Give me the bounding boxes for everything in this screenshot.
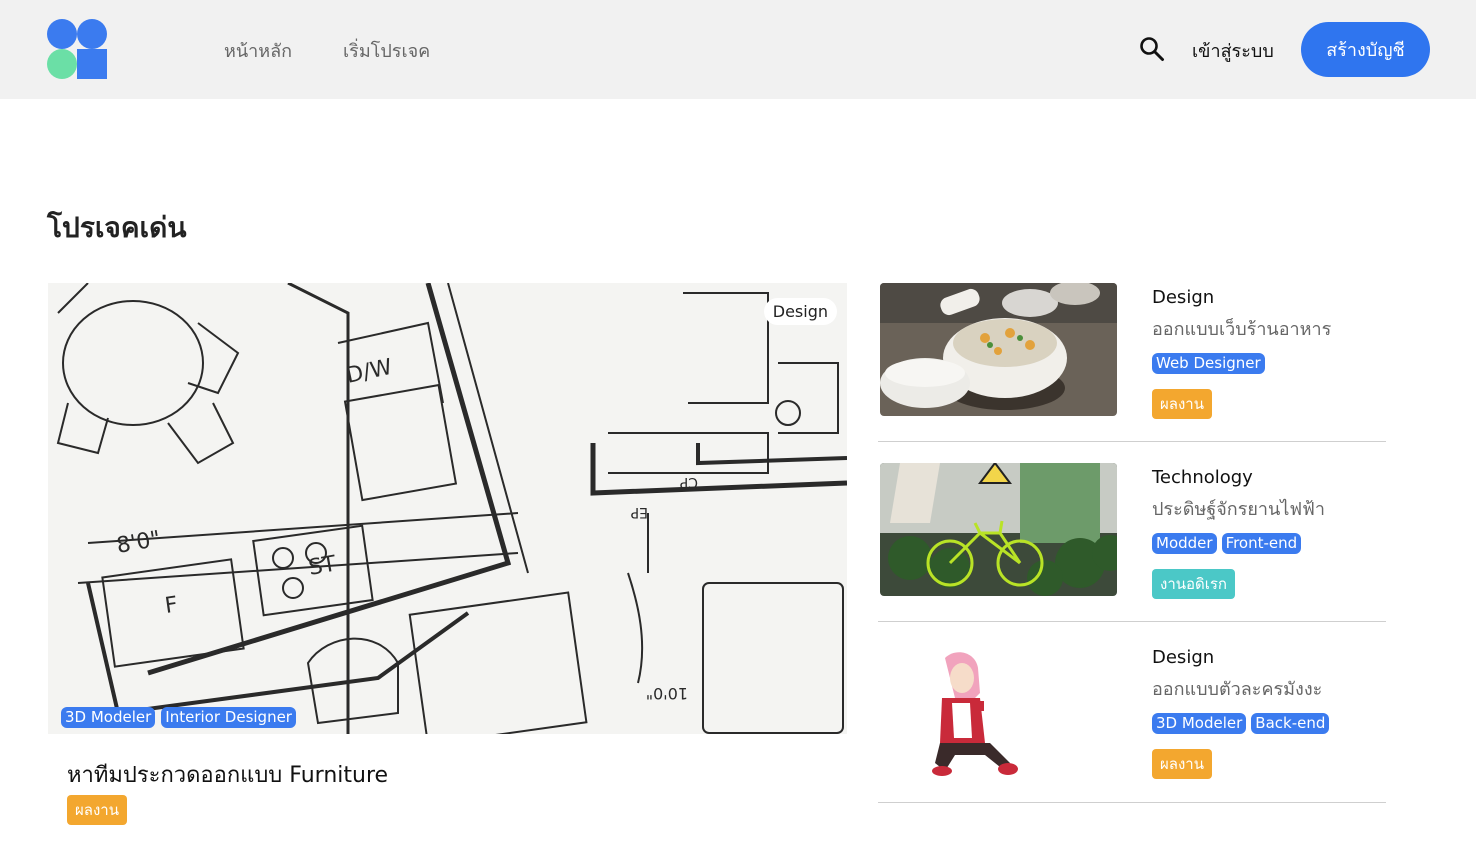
featured-tags: 3D Modeler Interior Designer (61, 707, 296, 728)
divider (878, 621, 1386, 622)
side-project-thumbnail (880, 283, 1117, 416)
section-title: โปรเจคเด่น (47, 211, 187, 244)
side-project-title[interactable]: ออกแบบเว็บร้านอาหาร (1152, 314, 1331, 343)
project-status-badge: ผลงาน (1152, 389, 1212, 419)
divider (878, 441, 1386, 442)
nav-home-link[interactable]: หน้าหลัก (224, 36, 292, 65)
nav-start-project-link[interactable]: เริ่มโปรเจค (343, 36, 430, 65)
svg-text:EP: EP (631, 504, 648, 520)
skill-tag[interactable]: 3D Modeler (61, 707, 156, 728)
side-project-category: Technology (1152, 467, 1253, 488)
search-icon[interactable] (1139, 36, 1165, 62)
featured-project-card[interactable]: D/W 8'0" F ST 10'0" EP CP Design 3D Mode… (48, 283, 847, 843)
side-project-thumbnail (880, 643, 1117, 776)
svg-text:ST: ST (307, 551, 339, 580)
side-project-category: Design (1152, 647, 1215, 668)
svg-text:CP: CP (680, 474, 698, 490)
divider (878, 802, 1386, 803)
site-logo[interactable] (47, 19, 107, 79)
side-project-title[interactable]: ประดิษฐ์จักรยานไฟฟ้า (1152, 494, 1325, 523)
featured-project-image: D/W 8'0" F ST 10'0" EP CP Design (48, 283, 847, 734)
skill-tag[interactable]: 3D Modeler (1152, 713, 1247, 734)
project-status-badge: ผลงาน (1152, 749, 1212, 779)
skill-tag[interactable]: Modder (1152, 533, 1217, 554)
side-project-thumbnail (880, 463, 1117, 596)
logo-shape (47, 19, 77, 49)
side-project-category: Design (1152, 287, 1215, 308)
skill-tag[interactable]: Back-end (1251, 713, 1330, 734)
logo-shape (77, 49, 107, 79)
side-project-card[interactable]: Design ออกแบบเว็บร้านอาหาร Web Designer … (880, 283, 1386, 442)
side-project-tags: Modder Front-end (1152, 533, 1302, 554)
svg-text:10'0": 10'0" (646, 684, 688, 703)
top-navbar: หน้าหลัก เริ่มโปรเจค เข้าสู่ระบบ สร้างบั… (0, 0, 1476, 99)
side-project-tags: 3D Modeler Back-end (1152, 713, 1330, 734)
featured-project-title[interactable]: หาทีมประกวดออกแบบ Furniture (67, 757, 388, 792)
logo-shape (77, 19, 107, 49)
skill-tag[interactable]: Interior Designer (161, 707, 296, 728)
project-status-badge: ผลงาน (67, 795, 127, 825)
logo-shape (47, 49, 77, 79)
side-project-card[interactable]: Design ออกแบบตัวละครมังงะ 3D Modeler Bac… (880, 643, 1386, 802)
side-project-card[interactable]: Technology ประดิษฐ์จักรยานไฟฟ้า Modder F… (880, 463, 1386, 622)
side-project-title[interactable]: ออกแบบตัวละครมังงะ (1152, 674, 1322, 703)
login-link[interactable]: เข้าสู่ระบบ (1192, 36, 1274, 65)
skill-tag[interactable]: Front-end (1221, 533, 1302, 554)
featured-category-pill: Design (763, 298, 837, 325)
skill-tag[interactable]: Web Designer (1152, 353, 1265, 374)
side-project-tags: Web Designer (1152, 353, 1265, 374)
project-status-badge: งานอดิเรก (1152, 569, 1236, 599)
signup-button[interactable]: สร้างบัญชี (1301, 22, 1430, 77)
